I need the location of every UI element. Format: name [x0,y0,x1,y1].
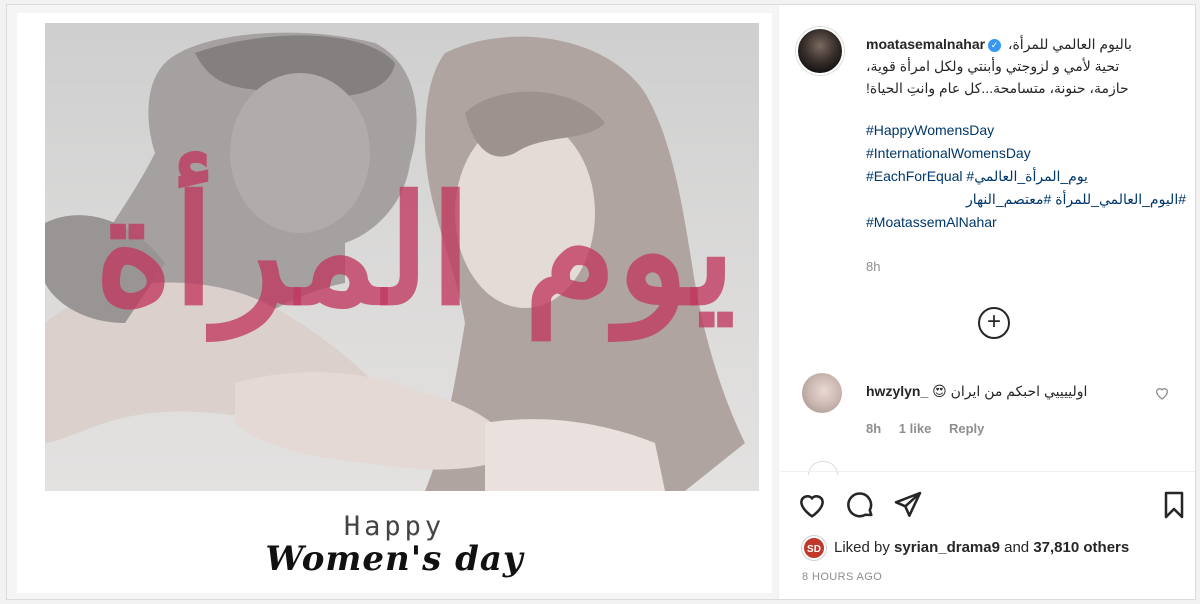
reply-button[interactable]: Reply [949,421,984,436]
hashtag-line[interactable]: #MoatassemAlNahar [866,211,1186,234]
heart-icon[interactable] [796,489,828,521]
post-media[interactable]: يوم المرأة Happy Women's day [7,5,779,599]
image-card: يوم المرأة Happy Women's day [17,13,772,593]
verified-badge-icon: ✓ [988,38,1002,52]
liked-by-label: Liked by [834,539,890,556]
caption-line-2: تحية لأمي و لزوجتي وأبنتي ولكل امرأة قوي… [866,58,1120,74]
likes-count[interactable]: 37,810 others [1033,539,1129,556]
comment-meta: 8h 1 like Reply [866,421,998,436]
hashtag-line[interactable]: #اليوم_العالمي_للمرأة #معتصم_النهار [866,188,1186,211]
commenter-username[interactable]: hwzylyn_ [866,383,928,399]
caption: moatasemalnahar ✓ باليوم العالمي للمرأة، … [866,33,1186,234]
liker-avatar-badge[interactable]: SD [802,536,826,561]
divider [780,471,1195,472]
plus-circle-icon[interactable]: + [978,307,1010,339]
bookmark-icon[interactable] [1158,489,1190,521]
hashtags: #HappyWomensDay #InternationalWomensDay … [866,119,1186,234]
likes-and: and [1004,539,1030,556]
author-avatar[interactable] [796,27,844,75]
calligraphy-overlay: يوم المرأة [94,150,735,342]
next-comment-avatar [808,461,838,475]
share-icon[interactable] [892,489,924,521]
hashtag-line[interactable]: #HappyWomensDay [866,119,1186,142]
instagram-post: يوم المرأة Happy Women's day moatasemaln… [6,4,1196,600]
calligraphy-text: يوم المرأة [94,150,735,342]
post-photo: يوم المرأة [45,23,759,491]
liker-username[interactable]: syrian_drama9 [894,539,1000,556]
caption-line-1: باليوم العالمي للمرأة، [1007,36,1132,52]
comment-icon[interactable] [844,489,876,521]
author-username[interactable]: moatasemalnahar [866,36,985,52]
comment-text: اولييييي احبكم من ايران 😍 [932,383,1088,399]
caption-line-3: حازمة، حنونة، متسامحة...كل عام وانتِ الح… [866,80,1129,96]
post-sidebar: moatasemalnahar ✓ باليوم العالمي للمرأة، … [780,5,1195,599]
comment-time: 8h [866,421,882,436]
happy-text: Happy [343,511,446,542]
commenter-avatar[interactable] [802,373,842,413]
caption-time: 8h [866,259,881,274]
hashtag-line[interactable]: #InternationalWomensDay [866,142,1186,165]
comment-likes[interactable]: 1 like [899,421,932,436]
posted-ago: 8 HOURS AGO [802,571,883,583]
comment: hwzylyn_ اولييييي احبكم من ايران 😍 [866,381,1186,401]
comment-like-heart-icon[interactable] [1154,385,1170,401]
action-bar [796,489,1186,525]
womens-day-text: Women's day [265,539,524,579]
hashtag-line[interactable]: #EachForEqual #يوم_المرأة_العالمي [866,165,1186,188]
likes-summary: SD Liked by syrian_drama9 and 37,810 othe… [802,535,1129,561]
